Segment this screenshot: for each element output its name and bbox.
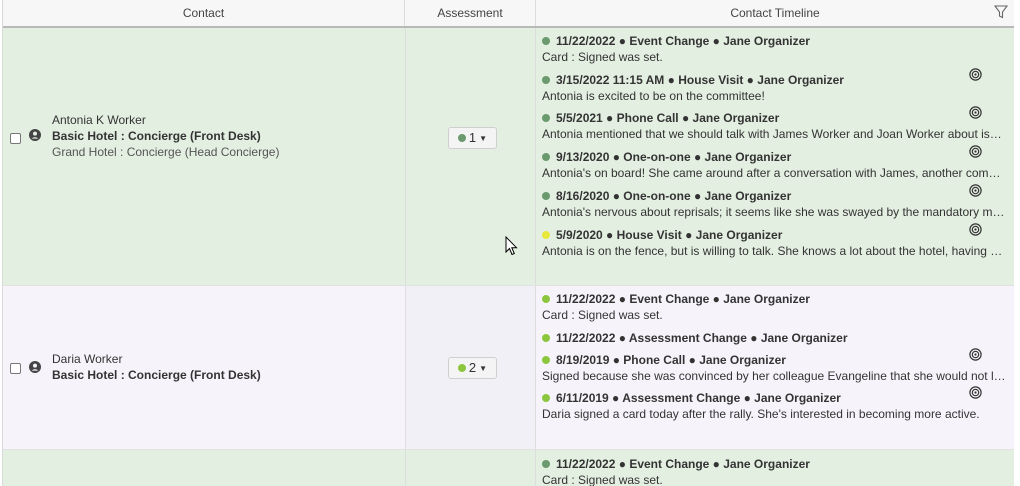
timeline-entry-header: 8/19/2019 ● Phone Call ● Jane Organizer: [556, 353, 786, 367]
assessment-cell: 2 ▼: [405, 286, 536, 449]
caret-down-icon: ▼: [479, 134, 488, 143]
status-dot: [542, 76, 550, 84]
assessment-value: 2: [468, 360, 477, 375]
person-icon: [29, 361, 41, 373]
contact-cell: [3, 450, 405, 486]
timeline-entry-detail: Antonia is on the fence, but is willing …: [542, 244, 1006, 258]
table-row: 11/22/2022 ● Event Change ● Jane Organiz…: [3, 450, 1014, 486]
target-icon[interactable]: [969, 348, 982, 361]
filter-icon[interactable]: [994, 5, 1008, 19]
contact-primary-job: Basic Hotel : Concierge (Front Desk): [52, 129, 261, 143]
target-icon[interactable]: [969, 184, 982, 197]
assessment-dot: [457, 134, 466, 142]
timeline-entry-detail: Antonia mentioned that we should talk wi…: [542, 127, 1006, 141]
status-dot: [542, 460, 550, 468]
timeline-entry[interactable]: 6/11/2019 ● Assessment Change ● Jane Org…: [542, 386, 1012, 422]
person-icon: [29, 129, 41, 141]
timeline-entry-header: 11/22/2022 ● Event Change ● Jane Organiz…: [556, 292, 810, 306]
timeline-entry-header: 8/16/2020 ● One-on-one ● Jane Organizer: [556, 189, 792, 203]
timeline-cell: 11/22/2022 ● Event Change ● Jane Organiz…: [536, 28, 1014, 285]
assessment-dot: [457, 364, 466, 372]
contact-cell: Antonia K Worker Basic Hotel : Concierge…: [3, 28, 405, 285]
contact-primary-job: Basic Hotel : Concierge (Front Desk): [52, 368, 261, 382]
status-dot: [542, 295, 550, 303]
timeline-entry-header: 5/5/2021 ● Phone Call ● Jane Organizer: [556, 111, 780, 125]
timeline-entry-header: 9/13/2020 ● One-on-one ● Jane Organizer: [556, 150, 792, 164]
timeline-entry[interactable]: 9/13/2020 ● One-on-one ● Jane Organizer …: [542, 145, 1012, 181]
status-dot: [542, 394, 550, 402]
timeline-entry-detail: Antonia's nervous about reprisals; it se…: [542, 205, 1006, 219]
assessment-dropdown[interactable]: 2 ▼: [448, 357, 497, 379]
timeline-entry-header: 5/9/2020 ● House Visit ● Jane Organizer: [556, 228, 783, 242]
contact-name[interactable]: Daria Worker: [52, 351, 261, 367]
timeline-entry[interactable]: 11/22/2022 ● Event Change ● Jane Organiz…: [542, 456, 1012, 486]
timeline-entry[interactable]: 5/9/2020 ● House Visit ● Jane Organizer …: [542, 223, 1012, 259]
timeline-entry-detail: Antonia is excited to be on the committe…: [542, 89, 765, 103]
timeline-entry[interactable]: 11/22/2022 ● Event Change ● Jane Organiz…: [542, 291, 1012, 323]
status-dot: [542, 334, 550, 342]
status-dot: [542, 356, 550, 364]
status-dot: [542, 153, 550, 161]
status-dot: [542, 114, 550, 122]
timeline-entry[interactable]: 3/15/2022 11:15 AM ● House Visit ● Jane …: [542, 68, 1012, 104]
mouse-cursor-icon: [505, 236, 518, 256]
timeline-entry[interactable]: 8/19/2019 ● Phone Call ● Jane Organizer …: [542, 348, 1012, 384]
header-timeline[interactable]: Contact Timeline: [536, 0, 1014, 26]
timeline-entry-detail: Daria signed a card today after the rall…: [542, 407, 980, 421]
timeline-entry-header: 11/22/2022 ● Event Change ● Jane Organiz…: [556, 34, 810, 48]
contact-info: Antonia K Worker Basic Hotel : Concierge…: [52, 112, 279, 160]
timeline-entry-header: 6/11/2019 ● Assessment Change ● Jane Org…: [556, 391, 841, 405]
timeline-entry-detail: Antonia's on board! She came around afte…: [542, 166, 1006, 180]
timeline-entry[interactable]: 11/22/2022 ● Assessment Change ● Jane Or…: [542, 330, 1012, 346]
timeline-entry-detail: Card : Signed was set.: [542, 473, 663, 486]
table-row: Daria Worker Basic Hotel : Concierge (Fr…: [3, 286, 1014, 450]
assessment-dropdown[interactable]: 1 ▼: [448, 127, 497, 149]
contact-name[interactable]: Antonia K Worker: [52, 112, 279, 128]
assessment-value: 1: [468, 130, 477, 145]
grid-header: Contact Assessment Contact Timeline: [3, 0, 1014, 28]
timeline-entry[interactable]: 11/22/2022 ● Event Change ● Jane Organiz…: [542, 33, 1012, 65]
target-icon[interactable]: [969, 386, 982, 399]
status-dot: [542, 231, 550, 239]
timeline-entry-header: 11/22/2022 ● Event Change ● Jane Organiz…: [556, 457, 810, 471]
contact-secondary-job: Grand Hotel : Concierge (Head Concierge): [52, 145, 280, 159]
target-icon[interactable]: [969, 106, 982, 119]
contact-info: Daria Worker Basic Hotel : Concierge (Fr…: [52, 351, 261, 383]
timeline-entry-detail: Card : Signed was set.: [542, 50, 663, 64]
timeline-entry[interactable]: 8/16/2020 ● One-on-one ● Jane Organizer …: [542, 184, 1012, 220]
timeline-entry-header: 3/15/2022 11:15 AM ● House Visit ● Jane …: [556, 73, 844, 87]
caret-down-icon: ▼: [479, 364, 488, 373]
target-icon[interactable]: [969, 223, 982, 236]
timeline-cell: 11/22/2022 ● Event Change ● Jane Organiz…: [536, 286, 1014, 449]
contact-cell: Daria Worker Basic Hotel : Concierge (Fr…: [3, 286, 405, 449]
row-checkbox[interactable]: [10, 363, 21, 374]
header-contact[interactable]: Contact: [3, 0, 405, 26]
assessment-cell: [405, 450, 536, 486]
target-icon[interactable]: [969, 68, 982, 81]
header-assessment[interactable]: Assessment: [405, 0, 536, 26]
timeline-entry-detail: Card : Signed was set.: [542, 308, 663, 322]
timeline-cell: 11/22/2022 ● Event Change ● Jane Organiz…: [536, 450, 1014, 486]
status-dot: [542, 37, 550, 45]
target-icon[interactable]: [969, 145, 982, 158]
timeline-entry[interactable]: 5/5/2021 ● Phone Call ● Jane Organizer A…: [542, 106, 1012, 142]
timeline-entry-detail: Signed because she was convinced by her …: [542, 369, 1006, 383]
status-dot: [542, 192, 550, 200]
row-checkbox[interactable]: [10, 133, 21, 144]
timeline-entry-header: 11/22/2022 ● Assessment Change ● Jane Or…: [556, 331, 848, 345]
